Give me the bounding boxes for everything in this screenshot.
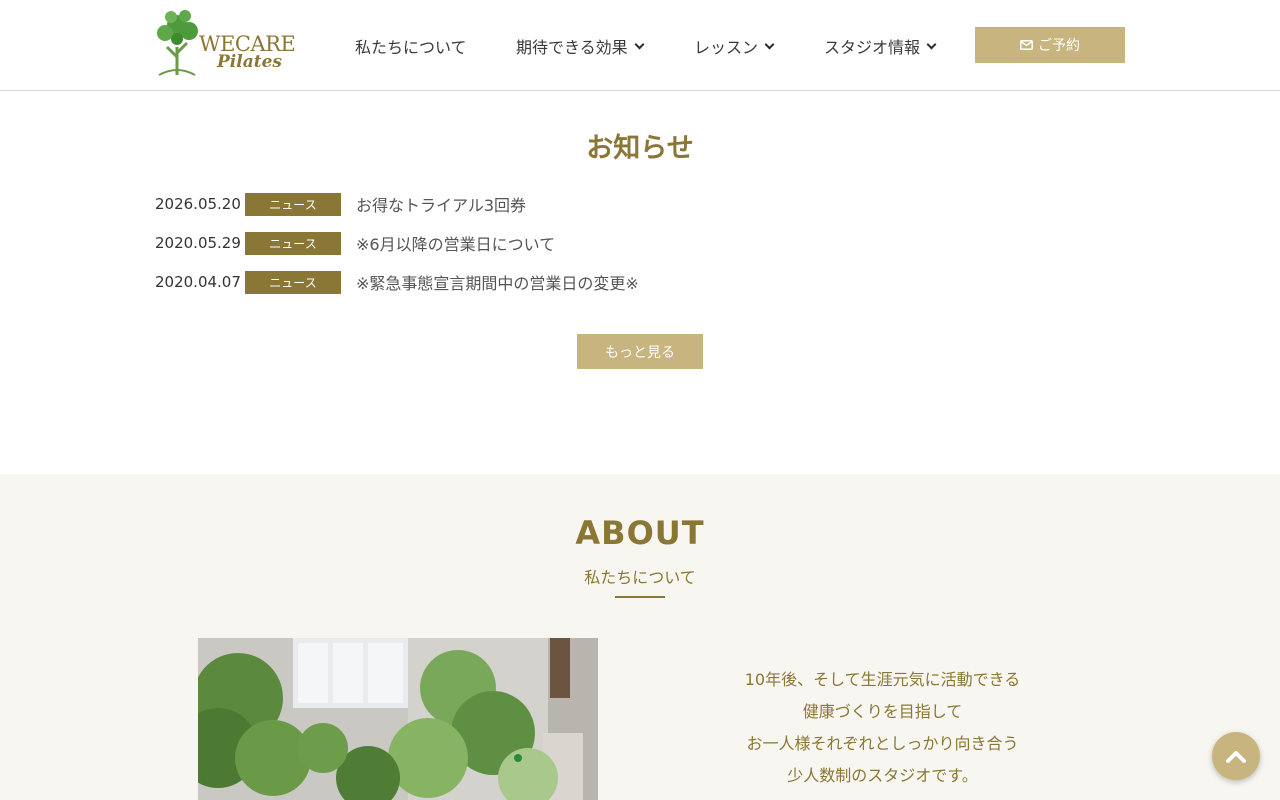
tree-logo-icon (157, 10, 198, 76)
news-date: 2020.04.07 (155, 273, 241, 291)
studio-exterior-photo (198, 638, 598, 800)
nav-studio-info[interactable]: スタジオ情報 (824, 34, 937, 58)
news-category-badge: ニュース (245, 270, 341, 294)
nav-studio-info-label: スタジオ情報 (824, 38, 921, 57)
title-underline (615, 596, 665, 598)
about-copy-line: 少人数制のスタジオです。 (787, 766, 978, 785)
news-category-badge: ニュース (245, 192, 341, 216)
reserve-button[interactable]: ご予約 (975, 27, 1125, 63)
nav-lessons-label: レッスン (694, 38, 759, 57)
chevron-up-icon (1226, 751, 1246, 763)
news-date: 2020.05.29 (155, 234, 241, 252)
news-category-badge: ニュース (245, 231, 341, 255)
nav-about-label: 私たちについて (355, 38, 467, 57)
logo-subtitle: Pilates (217, 52, 282, 72)
chevron-down-icon (764, 39, 775, 49)
site-header: WECARE Pilates 私たちについて 期待できる効果 レッスン スタジオ… (0, 0, 1280, 91)
about-section: ABOUT 私たちについて 10年後、そして生涯元気に活動できる 健康づくりを目… (0, 474, 1280, 800)
reserve-button-label: ご予約 (1038, 38, 1080, 54)
news-title-link[interactable]: ※6月以降の営業日について (356, 231, 555, 255)
about-copy: 10年後、そして生涯元気に活動できる 健康づくりを目指して お一人様それぞれとし… (700, 664, 1065, 800)
news-date: 2026.05.20 (155, 195, 241, 213)
nav-about[interactable]: 私たちについて (355, 34, 467, 58)
site-logo[interactable]: WECARE Pilates (155, 7, 297, 77)
about-title: ABOUT (575, 514, 705, 552)
news-item[interactable]: 2020.05.29 ニュース ※6月以降の営業日について (155, 231, 555, 255)
about-copy-line: 10年後、そして生涯元気に活動できる (744, 670, 1021, 689)
nav-lessons[interactable]: レッスン (694, 34, 775, 58)
about-copy-line: お一人様それぞれとしっかり向き合う (746, 734, 1019, 753)
chevron-down-icon (926, 39, 937, 49)
nav-effects[interactable]: 期待できる効果 (516, 34, 645, 58)
news-title-link[interactable]: ※緊急事態宣言期間中の営業日の変更※ (356, 270, 639, 294)
news-item[interactable]: 2020.04.07 ニュース ※緊急事態宣言期間中の営業日の変更※ (155, 270, 639, 294)
news-title-link[interactable]: お得なトライアル3回券 (356, 192, 526, 216)
news-more-button[interactable]: もっと見る (577, 334, 703, 369)
chevron-down-icon (634, 39, 645, 49)
nav-effects-label: 期待できる効果 (516, 38, 628, 57)
about-copy-line: 健康づくりを目指して (802, 702, 963, 721)
news-item[interactable]: 2026.05.20 ニュース お得なトライアル3回券 (155, 192, 526, 216)
news-section-title: お知らせ (586, 133, 694, 164)
scroll-to-top-button[interactable] (1212, 732, 1260, 780)
about-subtitle: 私たちについて (584, 568, 696, 587)
about-copy-line: ピラティスを通じて (700, 792, 1065, 800)
studio-photo-illustration (198, 638, 598, 800)
envelope-icon (1020, 40, 1033, 50)
